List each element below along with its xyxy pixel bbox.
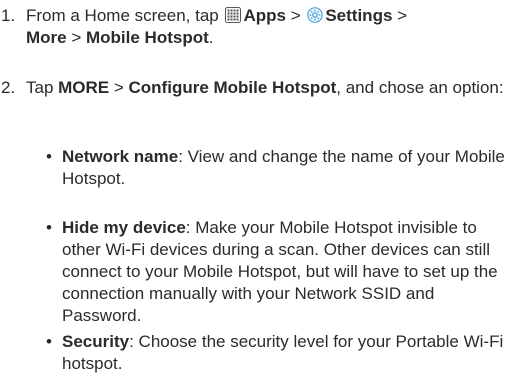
- bullet-icon: •: [46, 147, 52, 166]
- option-text: Hide my device: Make your Mobile Hotspot…: [62, 217, 508, 327]
- more-label: More: [26, 28, 67, 47]
- option-text: Network name: View and change the name o…: [62, 146, 508, 190]
- option-text: Security: Choose the security level for …: [62, 331, 508, 375]
- apps-label: Apps: [243, 6, 286, 25]
- option-term: Security: [62, 332, 130, 351]
- separator: >: [66, 28, 86, 47]
- option-term: Hide my device: [62, 218, 186, 237]
- bullet-icon: •: [46, 218, 52, 237]
- step-number: 1.: [1, 6, 16, 25]
- option-term: Network name: [62, 147, 179, 166]
- option-description: : Choose the security level for your Por…: [62, 332, 504, 373]
- configure-mobile-hotspot-label: Configure Mobile Hotspot: [128, 78, 337, 97]
- period: .: [208, 28, 214, 47]
- step-2-text: Tap MORE > Configure Mobile Hotspot, and…: [26, 77, 508, 99]
- step-number: 2.: [1, 78, 16, 97]
- mobile-hotspot-label: Mobile Hotspot: [86, 28, 209, 47]
- settings-gear-icon: [307, 7, 324, 23]
- step-text: From a Home screen, tap: [26, 6, 224, 25]
- step-text: , and chose an option:: [336, 78, 504, 97]
- settings-label: Settings: [325, 6, 393, 25]
- separator: >: [392, 6, 408, 25]
- step-text: Tap: [26, 78, 59, 97]
- apps-grid-icon: [225, 7, 242, 23]
- more-caps-label: MORE: [58, 78, 110, 97]
- separator: >: [109, 78, 129, 97]
- step-1-text: From a Home screen, tap Apps > Settings …: [26, 5, 508, 49]
- instruction-document: 1. From a Home screen, tap Apps > Settin…: [0, 0, 512, 387]
- separator: >: [285, 6, 306, 25]
- bullet-icon: •: [46, 332, 52, 351]
